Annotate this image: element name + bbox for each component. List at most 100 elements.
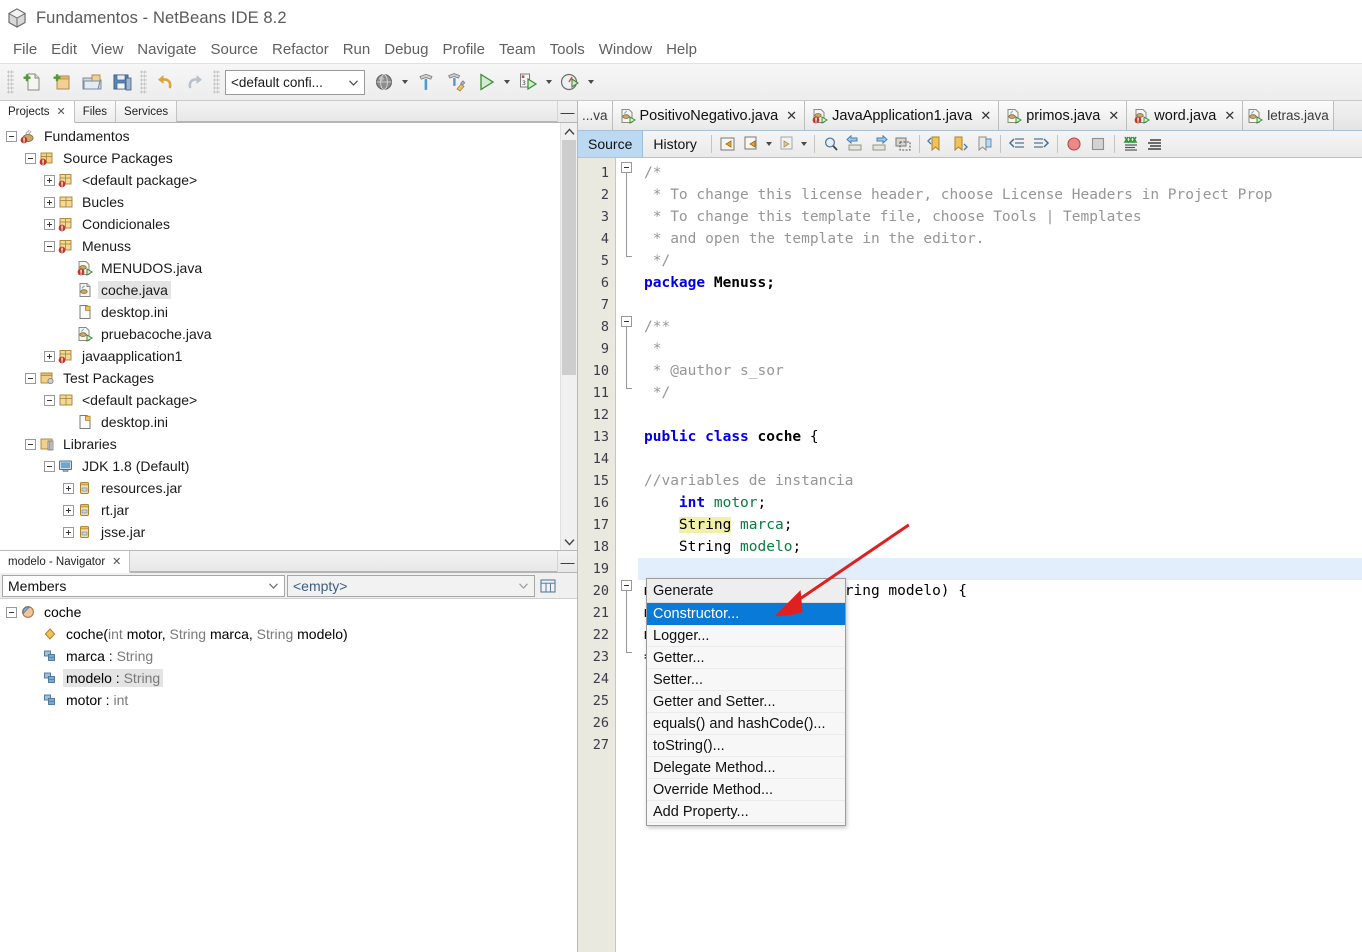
collapse-icon[interactable] xyxy=(25,438,36,450)
collapse-icon[interactable] xyxy=(25,372,36,384)
close-icon[interactable]: ✕ xyxy=(1108,108,1119,124)
debug-dropdown-arrow[interactable] xyxy=(543,68,555,96)
tab-services[interactable]: Services xyxy=(116,101,178,122)
close-icon[interactable]: ✕ xyxy=(980,108,991,124)
code-line[interactable]: /** xyxy=(638,316,1362,338)
code-line[interactable]: String modelo; xyxy=(638,536,1362,558)
code-text[interactable]: /* * To change this license header, choo… xyxy=(638,158,1362,952)
back-dropdown-arrow[interactable] xyxy=(764,131,775,157)
generate-menu-item-tostring[interactable]: toString()... xyxy=(647,735,845,757)
code-line[interactable] xyxy=(638,404,1362,426)
tree-node-default-package[interactable]: <default package> xyxy=(0,169,577,191)
collapse-icon[interactable] xyxy=(44,240,55,252)
breakpoint-icon[interactable] xyxy=(1062,131,1086,157)
expand-icon[interactable] xyxy=(44,218,55,230)
minimize-explorer-button[interactable]: — xyxy=(557,101,577,122)
generate-menu-item-setter[interactable]: Setter... xyxy=(647,669,845,691)
generate-menu-item-equals-and-hashcode[interactable]: equals() and hashCode()... xyxy=(647,713,845,735)
tree-node-jdk-1-8-default[interactable]: JDK 1.8 (Default) xyxy=(0,455,577,477)
open-project-button[interactable] xyxy=(77,67,107,97)
tab-source[interactable]: Source xyxy=(578,131,644,157)
menu-navigate[interactable]: Navigate xyxy=(130,39,203,60)
clean-and-build-button[interactable] xyxy=(441,67,471,97)
previous-bookmark-icon[interactable] xyxy=(924,131,948,157)
expand-icon[interactable] xyxy=(63,482,74,494)
redo-button[interactable] xyxy=(180,67,210,97)
collapse-icon[interactable] xyxy=(44,460,55,472)
tree-node-rt-jar[interactable]: rt.jar xyxy=(0,499,577,521)
editor-tab-primos-java[interactable]: primos.java ✕ xyxy=(999,101,1128,130)
menu-help[interactable]: Help xyxy=(659,39,704,60)
menu-edit[interactable]: Edit xyxy=(44,39,84,60)
editor-tab-letras-java[interactable]: letras.java xyxy=(1243,101,1334,130)
menu-debug[interactable]: Debug xyxy=(377,39,435,60)
expand-icon[interactable] xyxy=(44,174,55,186)
generate-menu-item-constructor[interactable]: Constructor... xyxy=(647,603,845,625)
tree-node-jsse-jar[interactable]: jsse.jar xyxy=(0,521,577,543)
editor-tab-positivonegativo-java[interactable]: PositivoNegativo.java ✕ xyxy=(612,101,806,130)
tree-node-bucles[interactable]: Bucles xyxy=(0,191,577,213)
expand-icon[interactable] xyxy=(44,350,55,362)
tree-node-resources-jar[interactable]: resources.jar xyxy=(0,477,577,499)
code-line[interactable]: /* xyxy=(638,162,1362,184)
tree-node-source-packages[interactable]: Source Packages xyxy=(0,147,577,169)
collapse-icon[interactable] xyxy=(25,152,36,164)
menu-source[interactable]: Source xyxy=(203,39,265,60)
new-file-button[interactable] xyxy=(17,67,47,97)
navigator-filter-combo[interactable]: <empty> xyxy=(287,574,535,597)
expand-icon[interactable] xyxy=(63,504,74,516)
tab-files[interactable]: Files xyxy=(74,101,117,122)
collapse-icon[interactable] xyxy=(6,606,17,618)
new-project-button[interactable] xyxy=(47,67,77,97)
scroll-down-icon[interactable] xyxy=(561,533,577,550)
editor-tab-javaapplication1-java[interactable]: JavaApplication1.java ✕ xyxy=(805,101,1000,130)
configuration-combo[interactable]: <default confi... xyxy=(225,69,365,95)
save-all-button[interactable] xyxy=(107,67,137,97)
navigator-member-row[interactable]: modelo : String xyxy=(0,667,577,689)
set-browser-button[interactable] xyxy=(369,67,399,97)
tree-node-default-package[interactable]: <default package> xyxy=(0,389,577,411)
collapse-icon[interactable] xyxy=(44,394,55,406)
find-selection-icon[interactable] xyxy=(819,131,843,157)
navigator-member-row[interactable]: coche xyxy=(0,601,577,623)
generate-menu-item-getter[interactable]: Getter... xyxy=(647,647,845,669)
build-project-button[interactable] xyxy=(411,67,441,97)
tree-node-condicionales[interactable]: Condicionales xyxy=(0,213,577,235)
scrollbar-thumb[interactable] xyxy=(562,140,576,375)
toggle-bookmark-icon[interactable] xyxy=(972,131,996,157)
collapse-icon[interactable] xyxy=(6,130,17,142)
tree-node-menuss[interactable]: Menuss xyxy=(0,235,577,257)
shift-right-icon[interactable] xyxy=(1029,131,1053,157)
code-line[interactable]: * xyxy=(638,338,1362,360)
forward-button[interactable] xyxy=(775,131,799,157)
fold-toggle-line-1[interactable] xyxy=(621,162,632,173)
fold-toggle-line-20[interactable] xyxy=(621,580,632,591)
close-icon[interactable]: ✕ xyxy=(786,108,797,124)
tab-navigator[interactable]: modelo - Navigator ✕ xyxy=(0,551,131,573)
generate-menu-item-delegate-method[interactable]: Delegate Method... xyxy=(647,757,845,779)
forward-dropdown-arrow[interactable] xyxy=(799,131,810,157)
tree-node-javaapplication1[interactable]: javaapplication1 xyxy=(0,345,577,367)
code-editor-area[interactable]: 1 2 3 4 5 6 7 8 9 10 11 12 13 14 15 16 17 18 19 20 21 22 23 24 2… xyxy=(578,158,1362,952)
generate-menu-item-getter-and-setter[interactable]: Getter and Setter... xyxy=(647,691,845,713)
menu-tools[interactable]: Tools xyxy=(543,39,592,60)
code-line[interactable]: * and open the template in the editor. xyxy=(638,228,1362,250)
code-line[interactable]: //variables de instancia xyxy=(638,470,1362,492)
close-icon[interactable]: ✕ xyxy=(1224,108,1235,124)
editor-tab-word-java[interactable]: word.java ✕ xyxy=(1127,101,1244,130)
code-line[interactable]: public class coche { xyxy=(638,426,1362,448)
fold-toggle-line-8[interactable] xyxy=(621,316,632,327)
tree-node-desktop-ini[interactable]: desktop.ini xyxy=(0,301,577,323)
generate-menu-item-add-property[interactable]: Add Property... xyxy=(647,801,845,823)
comment-lines-icon[interactable] xyxy=(1143,131,1167,157)
menu-profile[interactable]: Profile xyxy=(435,39,492,60)
debug-project-button[interactable]: 3 xyxy=(513,67,543,97)
navigator-filters-button[interactable] xyxy=(537,575,559,597)
scrollbar-track[interactable] xyxy=(561,140,577,533)
tree-node-desktop-ini[interactable]: desktop.ini xyxy=(0,411,577,433)
minimize-navigator-button[interactable]: — xyxy=(557,551,577,572)
code-line[interactable]: String marca; xyxy=(638,514,1362,536)
menu-view[interactable]: View xyxy=(84,39,130,60)
menu-team[interactable]: Team xyxy=(492,39,543,60)
navigator-scope-combo[interactable]: Members xyxy=(2,574,285,597)
